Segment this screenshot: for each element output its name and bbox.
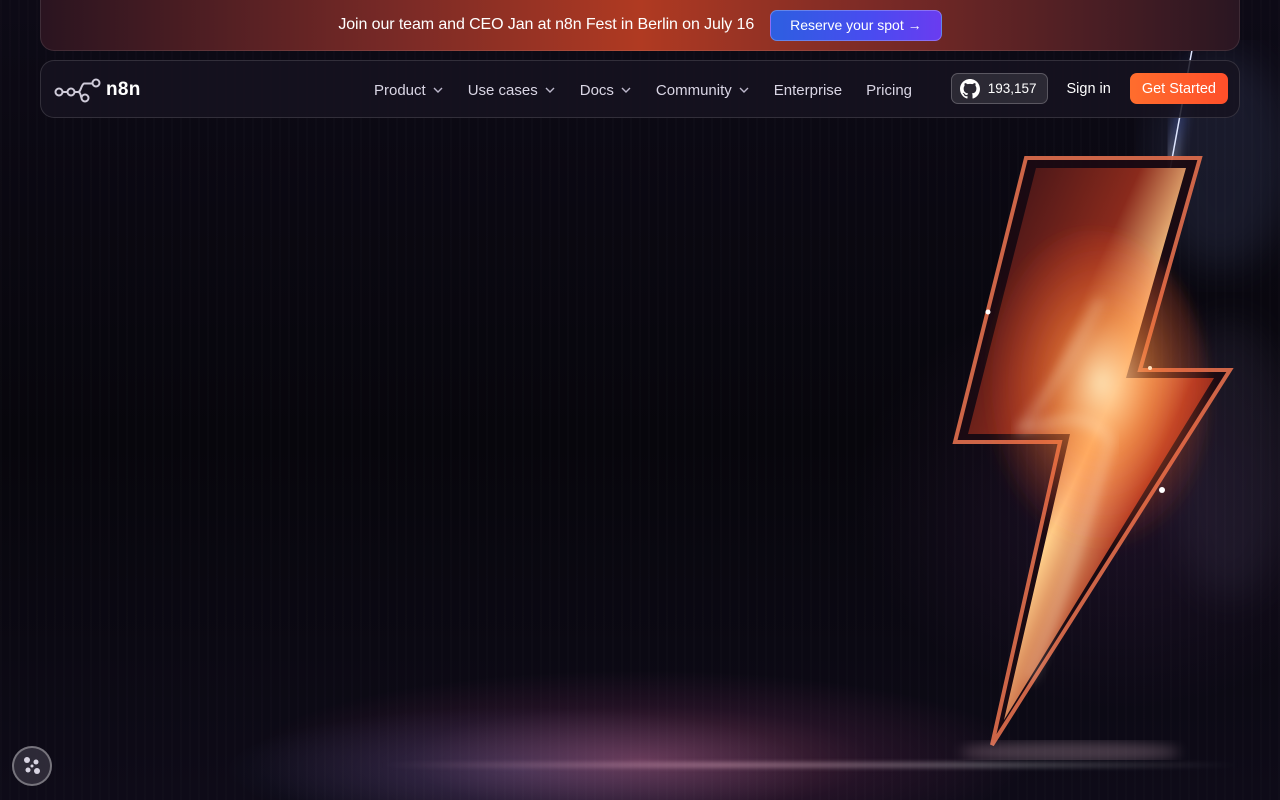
nav-item-label: Enterprise (773, 81, 843, 99)
nav-item-label: Community (655, 81, 732, 99)
banner-text: Join our team and CEO Jan at n8n Fest in… (338, 16, 755, 33)
sign-in-link[interactable]: Sign in (1067, 81, 1111, 97)
logo-text: n8n (106, 79, 141, 100)
page: Join our team and CEO Jan at n8n Fest in… (0, 0, 1280, 800)
nav-item-product[interactable]: Product (374, 82, 444, 99)
nav-item-docs[interactable]: Docs (580, 82, 632, 99)
nav-actions: 193,157 Sign in Get Started (950, 73, 1228, 104)
nav-item-label: Use cases (467, 81, 538, 99)
github-star-count: 193,157 (987, 81, 1037, 96)
nav-item-label: Product (374, 81, 426, 99)
floor-glow (380, 762, 1240, 768)
nav-item-use-cases[interactable]: Use cases (468, 82, 556, 99)
chevron-down-icon (433, 87, 443, 93)
nav-item-community[interactable]: Community (656, 82, 750, 99)
github-stars-button[interactable]: 193,157 (950, 73, 1048, 104)
cookie-settings-button[interactable] (12, 746, 52, 786)
nav-item-label: Pricing (866, 81, 913, 99)
get-started-button[interactable]: Get Started (1129, 73, 1228, 104)
chevron-down-icon (739, 87, 749, 93)
github-icon (959, 78, 980, 99)
nav-menu: Product Use cases Docs Community Enterpr… (374, 61, 912, 119)
chevron-down-icon (621, 87, 631, 93)
nav-item-label: Docs (579, 81, 614, 99)
lightning-bolt-illustration (952, 49, 1280, 760)
main-navbar: n8n Product Use cases Docs Community Ent… (40, 60, 1240, 118)
cookie-icon (24, 757, 40, 774)
nav-item-pricing[interactable]: Pricing (866, 82, 912, 99)
announcement-banner: Join our team and CEO Jan at n8n Fest in… (40, 0, 1240, 51)
chevron-down-icon (545, 87, 555, 93)
reserve-spot-button[interactable]: Reserve your spot → (770, 9, 942, 41)
nav-item-enterprise[interactable]: Enterprise (774, 82, 842, 99)
n8n-logo[interactable]: n8n (54, 77, 141, 103)
workflow-nodes-icon (54, 78, 101, 103)
